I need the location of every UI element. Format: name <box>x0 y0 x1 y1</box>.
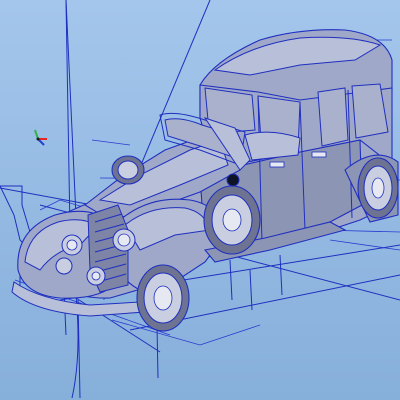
horn-lamp <box>226 173 240 187</box>
model-viewport[interactable] <box>0 0 400 400</box>
rear-wheel <box>357 157 399 219</box>
car-model-scene[interactable] <box>0 0 400 400</box>
car-body <box>11 29 399 317</box>
coordinate-triad <box>34 129 47 146</box>
front-wheel <box>136 264 190 332</box>
